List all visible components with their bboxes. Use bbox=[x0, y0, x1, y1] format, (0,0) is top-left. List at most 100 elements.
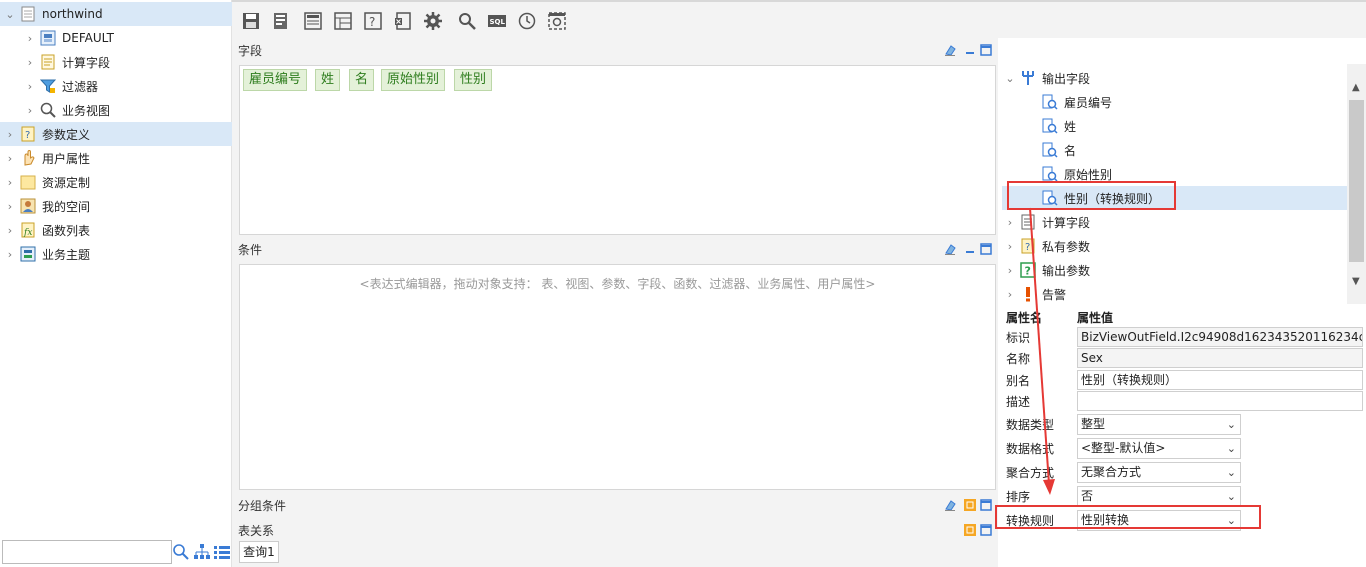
query-designer: 字段 雇员编号 姓 名 原始性别 性别 条件 <表达式编辑器，拖动对象支持： 表… bbox=[232, 38, 998, 567]
output-tree-scrollbar[interactable]: ▲ ▼ bbox=[1347, 64, 1366, 304]
tree-item-northwind[interactable]: ⌄ northwind bbox=[0, 2, 232, 26]
restore-icon[interactable] bbox=[964, 524, 976, 536]
chevron-right-icon[interactable]: › bbox=[4, 200, 16, 213]
tree-item-output-params[interactable]: › ? 输出参数 bbox=[1004, 258, 1090, 282]
select-value: <整型-默认值> bbox=[1081, 441, 1166, 455]
tree-item-label: northwind bbox=[42, 7, 103, 21]
output-field-item[interactable]: 姓 bbox=[1038, 114, 1076, 138]
property-label: 描述 bbox=[1006, 395, 1031, 409]
chevron-right-icon[interactable]: › bbox=[24, 80, 36, 93]
property-label: 数据格式 bbox=[1006, 442, 1055, 456]
chevron-right-icon[interactable]: › bbox=[24, 32, 36, 45]
eraser-icon[interactable] bbox=[944, 499, 956, 511]
chevron-down-icon[interactable]: ⌄ bbox=[1004, 72, 1016, 85]
tree-item-param-defs[interactable]: › ? 参数定义 bbox=[0, 122, 232, 146]
scroll-down-icon[interactable]: ▼ bbox=[1352, 276, 1360, 287]
settings-window-icon[interactable] bbox=[548, 12, 566, 30]
chevron-right-icon[interactable]: › bbox=[4, 224, 16, 237]
chevron-right-icon[interactable]: › bbox=[24, 104, 36, 117]
maximize-icon[interactable] bbox=[980, 243, 992, 255]
chevron-right-icon[interactable]: › bbox=[1004, 216, 1016, 229]
tree-item-my-space[interactable]: › 我的空间 bbox=[0, 194, 90, 218]
field-chip[interactable]: 姓 bbox=[315, 69, 341, 91]
tree-item-calc-fields[interactable]: › 计算字段 bbox=[24, 50, 110, 74]
save-as-icon[interactable] bbox=[272, 12, 290, 30]
table-icon[interactable] bbox=[334, 12, 352, 30]
tree-item-functions[interactable]: › fx 函数列表 bbox=[0, 218, 90, 242]
hand-icon bbox=[20, 149, 36, 166]
field-chip[interactable]: 性别 bbox=[454, 69, 493, 91]
chevron-right-icon[interactable]: › bbox=[4, 176, 16, 189]
eraser-icon[interactable] bbox=[944, 243, 956, 255]
search-icon[interactable] bbox=[172, 543, 190, 561]
chevron-right-icon[interactable]: › bbox=[24, 56, 36, 69]
tree-item-calc-fields[interactable]: › 计算字段 bbox=[1004, 210, 1090, 234]
clock-icon[interactable] bbox=[518, 12, 536, 30]
restore-icon[interactable] bbox=[964, 499, 976, 511]
eraser-icon[interactable] bbox=[944, 44, 956, 56]
tree-item-default[interactable]: › DEFAULT bbox=[24, 26, 114, 50]
tree-item-biz-views[interactable]: › 业务视图 bbox=[24, 98, 110, 122]
tab-query1[interactable]: 查询1 bbox=[239, 541, 279, 563]
tree-item-user-attrs[interactable]: › 用户属性 bbox=[0, 146, 90, 170]
relations-panel-title: 表关系 bbox=[238, 524, 275, 538]
maximize-icon[interactable] bbox=[980, 499, 992, 511]
scroll-thumb[interactable] bbox=[1349, 100, 1364, 262]
gear-icon[interactable] bbox=[424, 12, 442, 30]
maximize-icon[interactable] bbox=[980, 524, 992, 536]
field-chip[interactable]: 雇员编号 bbox=[243, 69, 308, 91]
tree-item-topics[interactable]: › 业务主题 bbox=[0, 242, 90, 266]
property-row-sort: 排序 否 ⌄ bbox=[1000, 485, 1366, 507]
sql-icon[interactable]: SQL bbox=[488, 12, 506, 30]
chevron-right-icon[interactable]: › bbox=[4, 152, 16, 165]
tree-item-label: 计算字段 bbox=[1042, 215, 1091, 230]
maximize-icon[interactable] bbox=[980, 44, 992, 56]
chevron-down-icon: ⌄ bbox=[1226, 442, 1236, 455]
search-icon[interactable] bbox=[458, 12, 476, 30]
property-row-description: 描述 bbox=[1000, 390, 1366, 412]
aggregation-select[interactable]: 无聚合方式 ⌄ bbox=[1077, 462, 1241, 483]
layout-icon[interactable] bbox=[304, 12, 322, 30]
minimize-icon[interactable] bbox=[964, 243, 976, 255]
tree-item-alerts[interactable]: › 告警 bbox=[1004, 282, 1066, 306]
tree-item-filters[interactable]: › 过滤器 bbox=[24, 74, 98, 98]
scroll-up-icon[interactable]: ▲ bbox=[1352, 82, 1360, 93]
alias-field[interactable]: 性别（转换规则） bbox=[1077, 370, 1363, 390]
list-view-icon[interactable] bbox=[213, 543, 231, 561]
highlight-box-selected-field bbox=[1007, 181, 1176, 210]
export-excel-icon[interactable] bbox=[394, 12, 412, 30]
condition-expression-editor[interactable]: <表达式编辑器，拖动对象支持： 表、视图、参数、字段、函数、过滤器、业务属性、用… bbox=[239, 264, 996, 490]
select-value: 无聚合方式 bbox=[1081, 465, 1142, 479]
sort-select[interactable]: 否 ⌄ bbox=[1077, 486, 1241, 507]
data-type-select[interactable]: 整型 ⌄ bbox=[1077, 414, 1241, 435]
filter-icon bbox=[39, 78, 57, 94]
tree-view-icon[interactable] bbox=[193, 543, 211, 561]
description-field[interactable] bbox=[1077, 391, 1363, 411]
data-format-select[interactable]: <整型-默认值> ⌄ bbox=[1077, 438, 1241, 459]
name-field[interactable]: Sex bbox=[1077, 348, 1363, 368]
tree-item-output-fields[interactable]: ⌄ 输出字段 bbox=[1004, 66, 1090, 90]
chevron-right-icon[interactable]: › bbox=[4, 128, 16, 141]
output-field-item[interactable]: 名 bbox=[1038, 138, 1076, 162]
output-field-item[interactable]: 雇员编号 bbox=[1038, 90, 1112, 114]
property-label: 名称 bbox=[1006, 352, 1031, 366]
field-chip[interactable]: 名 bbox=[349, 69, 375, 91]
chevron-right-icon[interactable]: › bbox=[1004, 264, 1016, 277]
chevron-right-icon[interactable]: › bbox=[4, 248, 16, 261]
output-field-label: 名 bbox=[1064, 143, 1077, 158]
field-chip[interactable]: 原始性别 bbox=[381, 69, 446, 91]
save-icon[interactable] bbox=[242, 12, 260, 30]
user-icon bbox=[20, 198, 36, 214]
tree-search-input[interactable] bbox=[2, 540, 172, 564]
minimize-icon[interactable] bbox=[964, 44, 976, 56]
select-value: 否 bbox=[1081, 489, 1094, 503]
chevron-right-icon[interactable]: › bbox=[1004, 288, 1016, 301]
property-row-data-format: 数据格式 <整型-默认值> ⌄ bbox=[1000, 437, 1366, 459]
chevron-down-icon[interactable]: ⌄ bbox=[4, 8, 16, 21]
id-field[interactable]: BizViewOutField.I2c94908d162343520116234… bbox=[1077, 327, 1363, 347]
tree-item-private-params[interactable]: › ? 私有参数 bbox=[1004, 234, 1090, 258]
tree-item-resources[interactable]: › 资源定制 bbox=[0, 170, 90, 194]
fields-drop-area[interactable]: 雇员编号 姓 名 原始性别 性别 bbox=[239, 65, 996, 235]
help-icon[interactable]: ? bbox=[364, 12, 382, 30]
chevron-right-icon[interactable]: › bbox=[1004, 240, 1016, 253]
